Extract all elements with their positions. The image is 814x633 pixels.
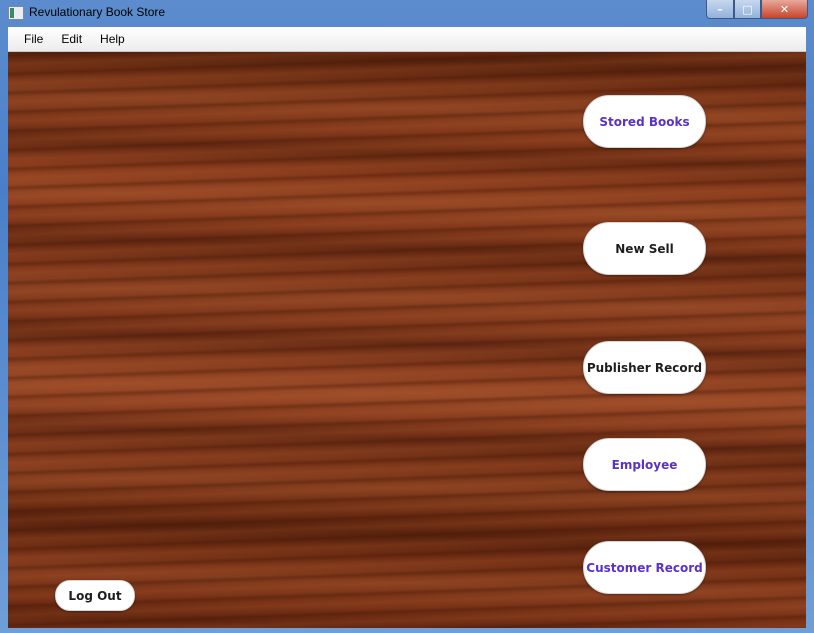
- customer-record-button[interactable]: Customer Record: [583, 541, 706, 594]
- window-title: Revulationary Book Store: [29, 5, 166, 19]
- menu-help[interactable]: Help: [91, 32, 134, 46]
- title-bar[interactable]: Revulationary Book Store – □ ✕: [0, 0, 814, 28]
- new-sell-button[interactable]: New Sell: [583, 222, 706, 275]
- stored-books-button[interactable]: Stored Books: [583, 95, 706, 148]
- menu-bar: File Edit Help: [8, 27, 806, 52]
- log-out-button[interactable]: Log Out: [55, 580, 135, 611]
- menu-edit[interactable]: Edit: [52, 32, 91, 46]
- menu-file[interactable]: File: [15, 32, 52, 46]
- employee-button[interactable]: Employee: [583, 438, 706, 491]
- maximize-button[interactable]: □: [734, 0, 761, 19]
- main-panel: Stored Books New Sell Publisher Record E…: [8, 52, 806, 628]
- app-icon: [8, 6, 24, 20]
- minimize-button[interactable]: –: [706, 0, 734, 19]
- window-controls: – □ ✕: [706, 0, 808, 19]
- publisher-record-button[interactable]: Publisher Record: [583, 341, 706, 394]
- close-button[interactable]: ✕: [761, 0, 808, 19]
